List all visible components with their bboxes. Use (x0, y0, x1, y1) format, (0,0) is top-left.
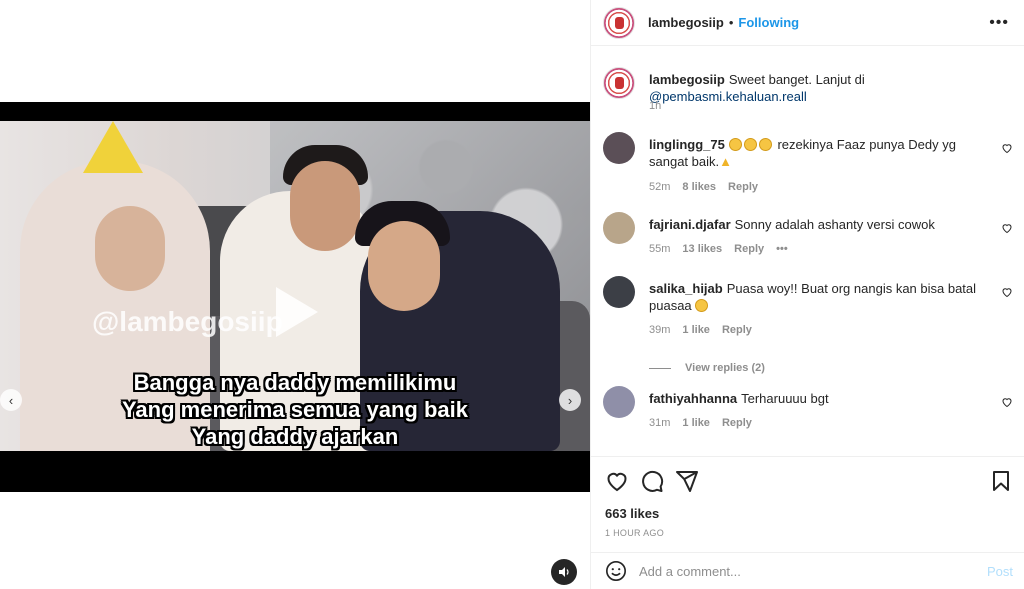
comment-username[interactable]: fathiyahhanna (649, 391, 737, 406)
comment-input[interactable] (639, 563, 969, 579)
share-icon[interactable] (675, 469, 699, 493)
mute-icon[interactable] (551, 559, 577, 585)
person-left-face (95, 206, 165, 291)
play-icon[interactable] (262, 281, 324, 343)
subtitle-line: Yang menerima semua yang baik (121, 397, 469, 422)
comment-time: 39m (649, 324, 671, 336)
comment-username[interactable]: linglingg_75 (649, 137, 725, 152)
caption-time: 1h (649, 100, 662, 112)
like-comment-heart-icon[interactable] (1001, 142, 1013, 154)
media-pane: @lambegosiip Bangga nya daddy memilikimu… (0, 0, 590, 589)
comment-meta: 31m 1 like Reply (649, 417, 752, 429)
comment-more-icon[interactable]: ••• (776, 243, 788, 255)
comment-text: salika_hijab Puasa woy!! Buat org nangis … (649, 280, 989, 314)
post-header: lambegosiip • Following ••• (591, 0, 1024, 46)
more-options-icon[interactable]: ••• (989, 14, 1009, 32)
post-button[interactable]: Post (987, 564, 1013, 579)
next-arrow-icon[interactable]: › (559, 389, 581, 411)
logo-mark (614, 77, 624, 89)
comment-likes[interactable]: 1 like (682, 417, 710, 429)
like-comment-heart-icon[interactable] (1001, 286, 1013, 298)
comment-meta: 39m 1 like Reply (649, 324, 752, 336)
person-right-face (368, 221, 440, 311)
avatar[interactable] (603, 67, 635, 99)
comment-body: Sonny adalah ashanty versi cowok (734, 217, 935, 232)
heart-icon[interactable] (605, 469, 629, 493)
comment-icon[interactable] (640, 469, 664, 493)
speaker-icon (559, 567, 569, 577)
caption-body: Sweet banget. Lanjut di (728, 72, 865, 87)
like-comment-heart-icon[interactable] (1001, 222, 1013, 234)
subtitle-line: Yang daddy ajarkan (191, 424, 399, 449)
reply-button[interactable]: Reply (722, 417, 752, 429)
video-frame: @lambegosiip Bangga nya daddy memilikimu… (0, 121, 590, 451)
crying-emoji-icon (758, 138, 772, 151)
comment-username[interactable]: fajriani.djafar (649, 217, 731, 232)
bookmark-icon[interactable] (989, 469, 1013, 493)
avatar[interactable] (603, 386, 635, 418)
like-comment-heart-icon[interactable] (1001, 396, 1013, 408)
post-modal: @lambegosiip Bangga nya daddy memilikimu… (0, 0, 1024, 589)
avatar[interactable] (603, 6, 635, 39)
subtitle-line: Bangga nya daddy memilikimu (133, 370, 457, 395)
comment-likes[interactable]: 1 like (682, 324, 710, 336)
likes-count[interactable]: 663 likes (605, 506, 659, 521)
comment-meta: 55m 13 likes Reply ••• (649, 243, 788, 255)
comment-composer: Post (591, 552, 1024, 589)
person-middle-face (290, 161, 360, 251)
caption-text: lambegosiip Sweet banget. Lanjut di @pemb… (649, 71, 989, 105)
reply-button[interactable]: Reply (722, 324, 752, 336)
video-player[interactable]: @lambegosiip Bangga nya daddy memilikimu… (0, 102, 590, 492)
separator-dot: • (728, 15, 734, 30)
reply-button[interactable]: Reply (728, 181, 758, 193)
crying-emoji-icon (743, 138, 757, 151)
replies-divider-line (649, 367, 671, 369)
side-panel: lambegosiip • Following ••• lambegosiip S… (590, 0, 1024, 589)
view-replies-label: View replies (2) (685, 362, 765, 374)
post-timestamp: 1 HOUR AGO (605, 528, 665, 538)
party-hat (83, 121, 143, 173)
comment-username[interactable]: salika_hijab (649, 281, 723, 296)
previous-arrow-icon[interactable]: ‹ (0, 389, 22, 411)
following-button[interactable]: Following (738, 15, 799, 30)
thumbs-up-emoji-icon: ▲ (719, 154, 732, 169)
post-username[interactable]: lambegosiip (648, 15, 724, 30)
comment-text: fathiyahhanna Terharuuuu bgt (649, 390, 989, 407)
comment-meta: 52m 8 likes Reply (649, 181, 758, 193)
comment-body: Terharuuuu bgt (741, 391, 829, 406)
comment-likes[interactable]: 13 likes (682, 243, 722, 255)
video-watermark: @lambegosiip (92, 306, 283, 337)
emoji-icon[interactable] (605, 560, 627, 582)
comment-text: linglingg_75 rezekinya Faaz punya Dedy y… (649, 136, 989, 170)
loudly-crying-emoji-icon (695, 299, 709, 312)
logo-mark (614, 16, 624, 29)
comment-time: 52m (649, 181, 671, 193)
comment-text: fajriani.djafar Sonny adalah ashanty vers… (649, 216, 989, 233)
avatar[interactable] (603, 276, 635, 308)
caption-meta: 1h (649, 100, 661, 112)
video-subtitles: Bangga nya daddy memilikimu Yang menerim… (0, 369, 590, 450)
post-actions: 663 likes 1 HOUR AGO (591, 456, 1024, 552)
crying-emoji-icon (728, 138, 742, 151)
view-replies-button[interactable]: View replies (2) (649, 362, 765, 374)
comment-time: 31m (649, 417, 671, 429)
avatar[interactable] (603, 132, 635, 164)
reply-button[interactable]: Reply (734, 243, 764, 255)
comment-time: 55m (649, 243, 671, 255)
avatar[interactable] (603, 212, 635, 244)
comment-likes[interactable]: 8 likes (682, 181, 716, 193)
comments-list: lambegosiip Sweet banget. Lanjut di @pemb… (591, 47, 1024, 455)
caption-username[interactable]: lambegosiip (649, 72, 725, 87)
caption-mention-link[interactable]: @pembasmi.kehaluan.reall (649, 89, 807, 104)
